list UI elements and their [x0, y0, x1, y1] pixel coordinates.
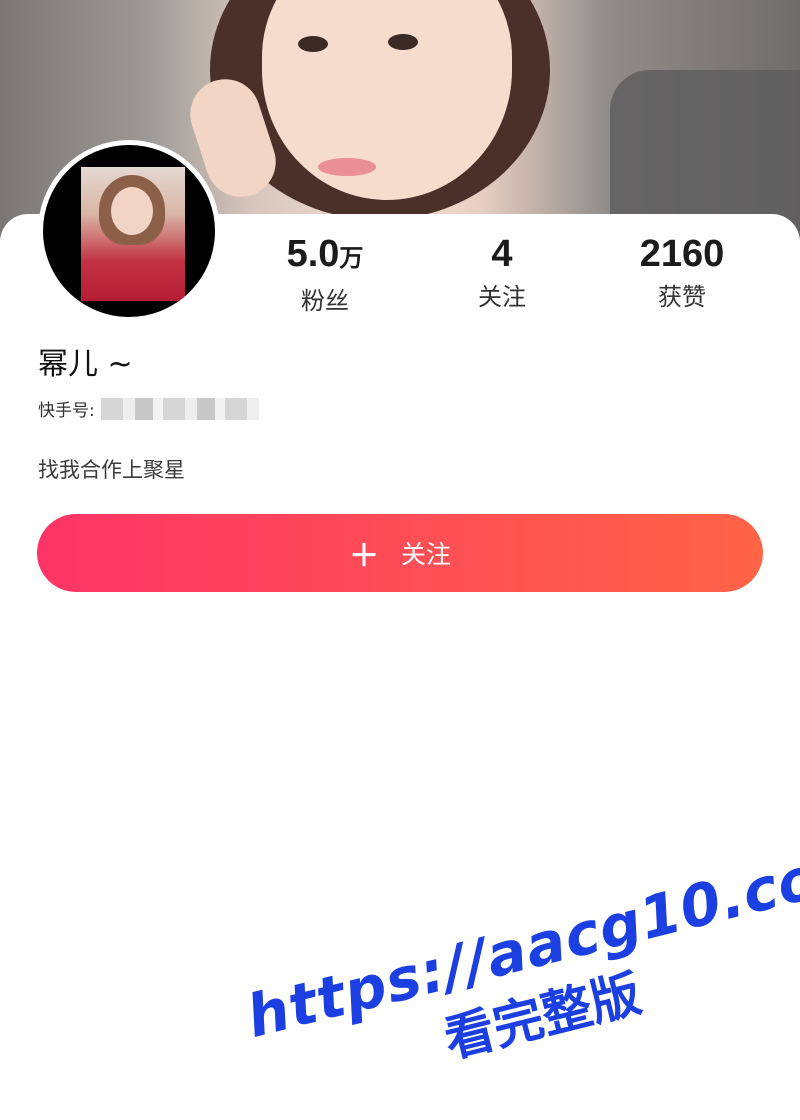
follow-button-label: 关注 — [400, 540, 451, 569]
follow-button[interactable]: ＋ 关注 — [37, 514, 763, 592]
uid-label: 快手号: — [38, 401, 95, 421]
profile-name: 幂儿 ~ — [38, 347, 133, 382]
stat-likes[interactable]: 2160 获赞 — [612, 232, 752, 312]
stat-following-value: 4 — [491, 233, 513, 275]
stat-fans-value: 5.0万 — [286, 233, 364, 275]
cover-eye-left — [298, 36, 328, 52]
plus-icon: ＋ — [348, 539, 379, 574]
avatar-photo — [81, 167, 185, 301]
avatar-face — [111, 187, 153, 235]
stat-following[interactable]: 4 关注 — [432, 232, 572, 312]
profile-bio: 找我合作上聚星 — [38, 458, 185, 482]
stat-fans-label: 粉丝 — [301, 287, 349, 315]
stat-fans[interactable]: 5.0万 粉丝 — [255, 232, 395, 316]
stat-following-label: 关注 — [478, 283, 526, 311]
cover-lips — [318, 158, 376, 176]
uid-value-blurred — [100, 397, 259, 420]
uid-row: 快手号: — [38, 396, 259, 421]
stat-likes-label: 获赞 — [658, 283, 706, 311]
avatar[interactable] — [38, 140, 220, 322]
stat-likes-value: 2160 — [639, 233, 725, 275]
cover-eye-right — [388, 34, 418, 50]
